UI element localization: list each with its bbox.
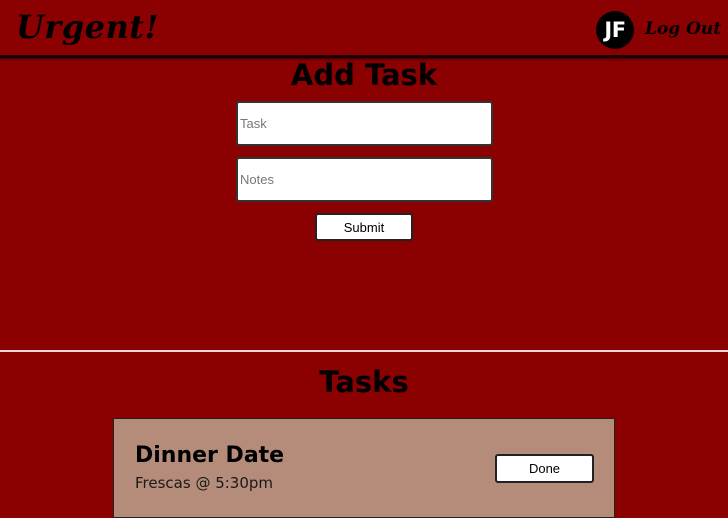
section-divider (0, 350, 728, 352)
submit-button[interactable]: Submit (315, 213, 413, 241)
tasks-heading: Tasks (319, 365, 409, 399)
logout-link[interactable]: Log Out (645, 19, 721, 39)
notes-input[interactable] (236, 157, 493, 202)
task-input[interactable] (236, 101, 493, 146)
app-header: Urgent! JF Log Out (0, 0, 728, 58)
app-logo[interactable]: Urgent! (16, 8, 159, 46)
task-name: Dinner Date (135, 443, 285, 468)
task-notes: Frescas @ 5:30pm (135, 474, 274, 492)
add-task-heading: Add Task (290, 58, 438, 92)
user-avatar[interactable]: JF (596, 11, 634, 49)
done-button[interactable]: Done (495, 454, 594, 483)
task-card: Dinner Date Frescas @ 5:30pm Done (113, 418, 615, 518)
